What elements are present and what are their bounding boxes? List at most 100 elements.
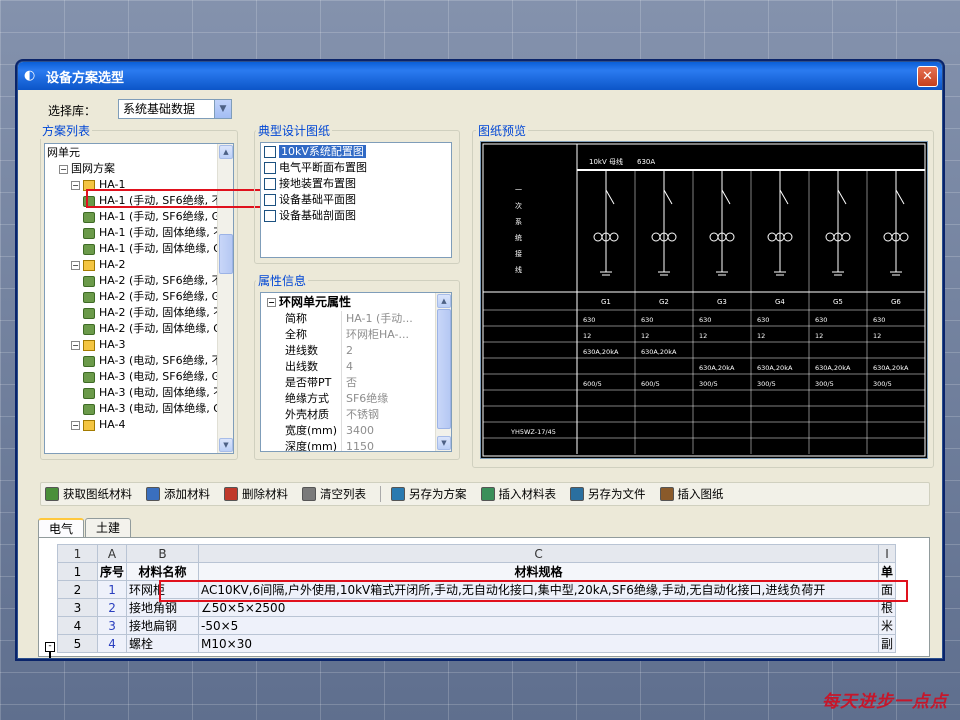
property-row[interactable]: 宽度(mm) 3400 bbox=[261, 423, 451, 439]
tree-node[interactable]: HA-1 (手动, 固体绝缘, 不 bbox=[45, 225, 233, 241]
close-button[interactable]: ✕ bbox=[917, 66, 938, 87]
switch-blade bbox=[605, 189, 615, 205]
toolbar-button-2[interactable]: 添加材料 bbox=[146, 486, 210, 502]
collapse-icon[interactable]: − bbox=[71, 260, 80, 270]
column-header[interactable]: 序号 bbox=[96, 562, 128, 581]
tree-node[interactable]: HA-3 (电动, SF6绝缘, GRC bbox=[45, 369, 233, 385]
property-row[interactable]: 进线数 2 bbox=[261, 343, 451, 359]
drawing-checkbox[interactable] bbox=[264, 194, 276, 206]
drawing-item[interactable]: 10kV系统配置图 bbox=[261, 144, 451, 160]
scroll-up-icon[interactable]: ▲ bbox=[219, 145, 233, 159]
outline-collapse-icon[interactable]: - bbox=[45, 642, 55, 652]
seq-cell[interactable]: 1 bbox=[96, 580, 128, 599]
unit-cell[interactable]: 副 bbox=[878, 634, 897, 653]
drawing-checkbox[interactable] bbox=[264, 210, 276, 222]
tree-node[interactable]: − HA-2 bbox=[45, 257, 233, 273]
material-name-cell[interactable]: 接地扁钢 bbox=[126, 616, 200, 635]
scroll-down-icon[interactable]: ▼ bbox=[437, 436, 451, 450]
collapse-icon[interactable]: − bbox=[71, 340, 80, 350]
unit-cell[interactable]: 米 bbox=[878, 616, 897, 635]
toolbar-button-8[interactable]: 插入图纸 bbox=[659, 486, 724, 502]
tree-node-label: HA-3 (电动, 固体绝缘, G bbox=[99, 402, 222, 415]
collapse-icon[interactable]: − bbox=[71, 180, 80, 190]
toolbar-button-6[interactable]: 插入材料表 bbox=[480, 486, 556, 502]
title-bar[interactable]: ◐ 设备方案选型 ✕ bbox=[18, 62, 942, 90]
table-row[interactable]: 5 4 螺栓 M10×30 副 bbox=[57, 634, 897, 653]
tree-node[interactable]: HA-2 (手动, SF6绝缘, 不锈 bbox=[45, 273, 233, 289]
tree-node[interactable]: − HA-3 bbox=[45, 337, 233, 353]
properties-grid[interactable]: − 环网单元属性 简称 HA-1 (手动... 全称 环网柜HA-... 进线数 2 出线数 4… bbox=[260, 292, 452, 452]
tree-node[interactable]: HA-2 (手动, SF6绝缘, GRC bbox=[45, 289, 233, 305]
row-number[interactable]: 4 bbox=[57, 616, 98, 635]
material-name-cell[interactable]: 螺栓 bbox=[126, 634, 200, 653]
drawing-item[interactable]: 设备基础平面图 bbox=[261, 192, 451, 208]
library-select[interactable]: 系统基础数据 ▼ bbox=[118, 99, 232, 119]
scroll-thumb[interactable] bbox=[437, 309, 451, 429]
column-header[interactable]: 单 bbox=[878, 562, 897, 581]
property-row[interactable]: 深度(mm) 1150 bbox=[261, 439, 451, 451]
property-row[interactable]: 简称 HA-1 (手动... bbox=[261, 311, 451, 327]
property-group-header[interactable]: − 环网单元属性 bbox=[261, 293, 451, 311]
tree-node[interactable]: HA-2 (手动, 固体绝缘, 不 bbox=[45, 305, 233, 321]
single-line-diagram: 10kV 母线 630A 一次系统接线 G1 G2 G3 G4 G5 G6 630 630 630 63… bbox=[482, 143, 926, 457]
drawing-preview[interactable]: 10kV 母线 630A 一次系统接线 G1 G2 G3 G4 G5 G6 630 630 630 63… bbox=[480, 141, 928, 459]
toolbar-button-3[interactable]: 删除材料 bbox=[224, 486, 288, 502]
tree-node[interactable]: 网单元 bbox=[45, 145, 233, 161]
ct-symbol bbox=[725, 232, 735, 242]
tree-node[interactable]: − 国网方案 bbox=[45, 161, 233, 177]
tree-node[interactable]: HA-3 (电动, SF6绝缘, 不锈 bbox=[45, 353, 233, 369]
toolbar-button-4[interactable]: 清空列表 bbox=[302, 486, 366, 502]
column-header[interactable]: 材料规格 bbox=[198, 562, 880, 581]
row-number[interactable]: 2 bbox=[57, 580, 98, 599]
seq-cell[interactable]: 3 bbox=[96, 616, 128, 635]
expand-icon[interactable]: − bbox=[59, 164, 68, 174]
tree-node-label: HA-4 bbox=[99, 418, 126, 431]
tab-civil[interactable]: 土建 bbox=[85, 518, 132, 537]
toolbar-button-5[interactable]: 另存为方案 bbox=[391, 486, 467, 502]
column-letter[interactable]: I bbox=[878, 544, 897, 563]
property-row[interactable]: 外壳材质 不锈钢 bbox=[261, 407, 451, 423]
tree-node[interactable]: HA-3 (电动, 固体绝缘, G bbox=[45, 401, 233, 417]
property-row[interactable]: 是否带PT 否 bbox=[261, 375, 451, 391]
material-spec-cell[interactable]: -50×5 bbox=[198, 616, 880, 635]
drawing-item[interactable]: 接地装置布置图 bbox=[261, 176, 451, 192]
properties-scrollbar[interactable]: ▲ ▼ bbox=[435, 293, 451, 451]
drawing-item[interactable]: 设备基础剖面图 bbox=[261, 208, 451, 224]
property-row[interactable]: 绝缘方式 SF6绝缘 bbox=[261, 391, 451, 407]
cell-value: 300/5 bbox=[873, 380, 892, 388]
drawing-checkbox[interactable] bbox=[264, 146, 276, 158]
corner-cell[interactable]: 1 bbox=[57, 544, 98, 563]
column-letter[interactable]: B bbox=[126, 544, 200, 563]
collapse-icon[interactable]: − bbox=[267, 298, 276, 307]
column-header[interactable]: 材料名称 bbox=[126, 562, 200, 581]
scroll-thumb[interactable] bbox=[219, 234, 233, 274]
tree-node[interactable]: HA-3 (电动, 固体绝缘, 不 bbox=[45, 385, 233, 401]
tree-node[interactable]: HA-1 (手动, SF6绝缘, GRC bbox=[45, 209, 233, 225]
scroll-down-icon[interactable]: ▼ bbox=[219, 438, 233, 452]
drawing-checkbox[interactable] bbox=[264, 162, 276, 174]
column-letter[interactable]: C bbox=[198, 544, 880, 563]
chevron-down-icon[interactable]: ▼ bbox=[214, 100, 231, 118]
collapse-icon[interactable]: − bbox=[71, 420, 80, 430]
tree-node[interactable]: HA-2 (手动, 固体绝缘, GF bbox=[45, 321, 233, 337]
scroll-up-icon[interactable]: ▲ bbox=[437, 294, 451, 308]
toolbar-button-1[interactable]: 获取图纸材料 bbox=[45, 486, 132, 502]
row-number[interactable]: 5 bbox=[57, 634, 98, 653]
drawing-label: 10kV系统配置图 bbox=[279, 145, 366, 158]
tab-electrical[interactable]: 电气 bbox=[38, 518, 85, 538]
table-row[interactable]: 4 3 接地扁钢 -50×5 米 bbox=[57, 616, 897, 635]
seq-cell[interactable]: 2 bbox=[96, 598, 128, 617]
toolbar-button-7[interactable]: 另存为文件 bbox=[570, 486, 646, 502]
material-spec-cell[interactable]: M10×30 bbox=[198, 634, 880, 653]
column-letter[interactable]: A bbox=[96, 544, 128, 563]
property-row[interactable]: 出线数 4 bbox=[261, 359, 451, 375]
tree-node[interactable]: − HA-4 bbox=[45, 417, 233, 433]
drawing-item[interactable]: 电气平断面布置图 bbox=[261, 160, 451, 176]
seq-cell[interactable]: 4 bbox=[96, 634, 128, 653]
row-number[interactable]: 1 bbox=[57, 562, 98, 581]
property-row[interactable]: 全称 环网柜HA-... bbox=[261, 327, 451, 343]
drawings-list[interactable]: 10kV系统配置图电气平断面布置图 接地装置布置图 设备基础平面图 设备基础剖面图 bbox=[260, 142, 452, 258]
tree-node[interactable]: HA-1 (手动, 固体绝缘, GF bbox=[45, 241, 233, 257]
row-number[interactable]: 3 bbox=[57, 598, 98, 617]
drawing-checkbox[interactable] bbox=[264, 178, 276, 190]
